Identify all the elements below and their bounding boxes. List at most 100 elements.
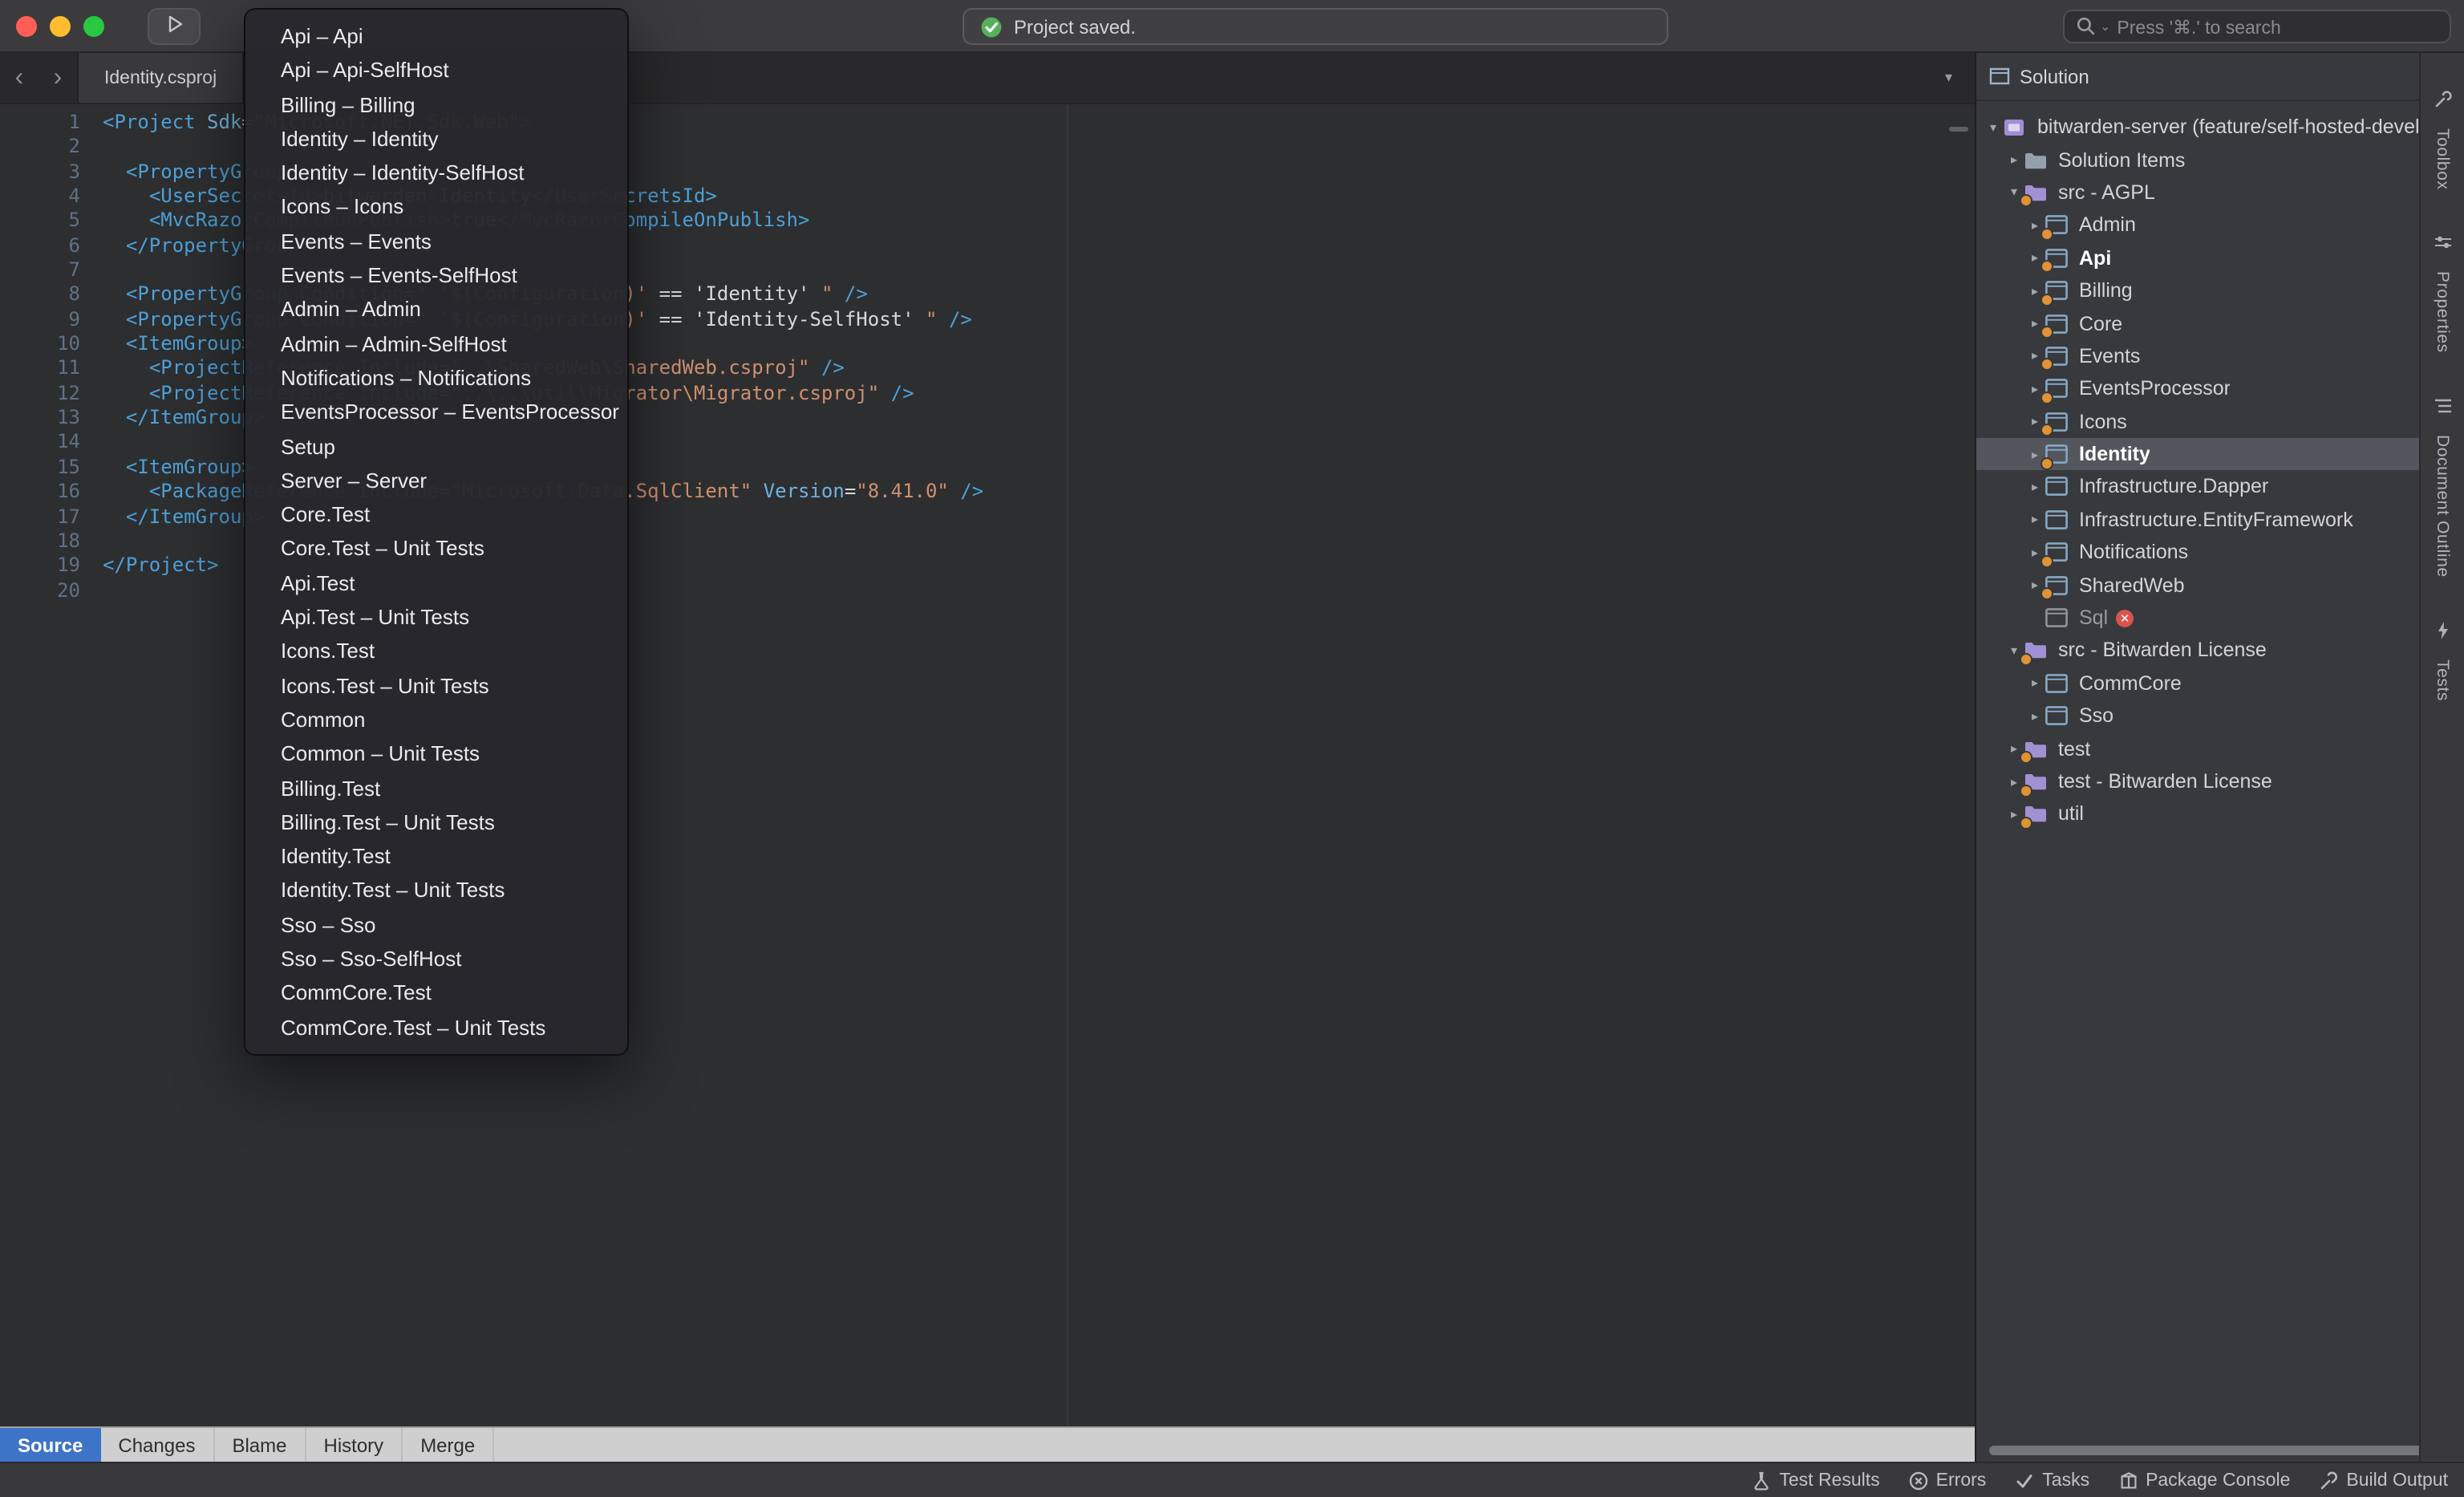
zoom-window-button[interactable] bbox=[83, 16, 104, 37]
tree-row-events[interactable]: ▸Events bbox=[1976, 339, 2464, 372]
nuget-badge bbox=[2040, 228, 2053, 241]
run-config-menu-item-eventsprocessor-eventsprocessor[interactable]: EventsProcessor – EventsProcessor bbox=[245, 396, 627, 430]
run-config-menu-item-billing-test-unit-tests[interactable]: Billing.Test – Unit Tests bbox=[245, 805, 627, 840]
run-config-menu-item-identity-test-unit-tests[interactable]: Identity.Test – Unit Tests bbox=[245, 874, 627, 908]
run-config-menu-item-events-events[interactable]: Events – Events bbox=[245, 225, 627, 259]
tree-row-test-bitwarden-license[interactable]: ▸test - Bitwarden License bbox=[1976, 765, 2464, 798]
sidebar-tab-label: Document Outline bbox=[2433, 435, 2452, 578]
run-config-menu-item-identity-identity[interactable]: Identity – Identity bbox=[245, 122, 627, 156]
chevron-collapsed-icon[interactable]: ▸ bbox=[2004, 152, 2024, 167]
tab-merge[interactable]: Merge bbox=[403, 1428, 494, 1462]
editor-tab-identity-csproj[interactable]: Identity.csproj bbox=[77, 53, 244, 103]
tree-row-bitwarden-server-feature-self-hosted-development[interactable]: ▾bitwarden-server (feature/self-hosted-d… bbox=[1976, 111, 2464, 144]
tree-label: EventsProcessor bbox=[2079, 378, 2231, 400]
nuget-badge bbox=[2040, 359, 2053, 371]
navigate-back-icon[interactable]: ‹ bbox=[0, 63, 38, 92]
run-config-menu-item-setup[interactable]: Setup bbox=[245, 429, 627, 464]
run-config-menu-item-sso-sso-selfhost[interactable]: Sso – Sso-SelfHost bbox=[245, 942, 627, 976]
status-item-build-output[interactable]: Build Output bbox=[2319, 1471, 2448, 1490]
tab-list-dropdown-icon[interactable]: ▾ bbox=[1945, 69, 1952, 87]
chevron-collapsed-icon[interactable]: ▸ bbox=[2024, 676, 2045, 691]
tree-row-sharedweb[interactable]: ▸SharedWeb bbox=[1976, 569, 2464, 602]
line-number: 9 bbox=[0, 308, 80, 333]
run-config-menu-item-api-test-unit-tests[interactable]: Api.Test – Unit Tests bbox=[245, 600, 627, 635]
tree-row-identity[interactable]: ▸Identity bbox=[1976, 438, 2464, 471]
folder-icon bbox=[2024, 640, 2049, 661]
solution-pad-horizontal-scrollbar[interactable] bbox=[1989, 1446, 2464, 1455]
chevron-collapsed-icon[interactable]: ▸ bbox=[2024, 708, 2045, 723]
tree-row-notifications[interactable]: ▸Notifications bbox=[1976, 536, 2464, 569]
run-config-menu-item-api-api[interactable]: Api – Api bbox=[245, 19, 627, 54]
tree-row-infrastructure-entityframework[interactable]: ▸Infrastructure.EntityFramework bbox=[1976, 503, 2464, 536]
run-config-menu-item-common-unit-tests[interactable]: Common – Unit Tests bbox=[245, 736, 627, 771]
run-config-menu-item-api-test[interactable]: Api.Test bbox=[245, 566, 627, 601]
line-number: 2 bbox=[0, 136, 80, 160]
run-config-menu-item-icons-icons[interactable]: Icons – Icons bbox=[245, 190, 627, 225]
tree-row-icons[interactable]: ▸Icons bbox=[1976, 405, 2464, 438]
close-window-button[interactable] bbox=[16, 16, 37, 37]
status-item-errors[interactable]: Errors bbox=[1909, 1471, 1987, 1490]
run-config-menu-item-identity-identity-selfhost[interactable]: Identity – Identity-SelfHost bbox=[245, 156, 627, 190]
tab-blame[interactable]: Blame bbox=[214, 1428, 306, 1462]
chevron-expanded-icon[interactable]: ▾ bbox=[1983, 120, 2004, 134]
status-item-package-console[interactable]: Package Console bbox=[2118, 1471, 2290, 1490]
sidebar-tab-tests[interactable]: Tests bbox=[2433, 619, 2452, 701]
tab-history[interactable]: History bbox=[306, 1428, 403, 1462]
run-config-menu-item-icons-test-unit-tests[interactable]: Icons.Test – Unit Tests bbox=[245, 668, 627, 703]
run-config-menu-item-admin-admin-selfhost[interactable]: Admin – Admin-SelfHost bbox=[245, 327, 627, 361]
tree-row-sql[interactable]: Sql✕ bbox=[1976, 602, 2464, 635]
run-config-menu-item-sso-sso[interactable]: Sso – Sso bbox=[245, 907, 627, 942]
tree-row-admin[interactable]: ▸Admin bbox=[1976, 209, 2464, 241]
tree-row-eventsprocessor[interactable]: ▸EventsProcessor bbox=[1976, 372, 2464, 405]
minimize-window-button[interactable] bbox=[50, 16, 71, 37]
run-config-menu-item-icons-test[interactable]: Icons.Test bbox=[245, 635, 627, 669]
tree-row-core[interactable]: ▸Core bbox=[1976, 307, 2464, 340]
run-button[interactable] bbox=[148, 8, 201, 45]
project-icon bbox=[2045, 673, 2069, 694]
run-config-menu-item-commcore-test-unit-tests[interactable]: CommCore.Test – Unit Tests bbox=[245, 1010, 627, 1045]
tree-row-commcore[interactable]: ▸CommCore bbox=[1976, 667, 2464, 700]
run-config-menu-item-events-events-selfhost[interactable]: Events – Events-SelfHost bbox=[245, 258, 627, 293]
run-config-menu-item-billing-test[interactable]: Billing.Test bbox=[245, 771, 627, 805]
solution-pad-header: Solution ✕ bbox=[1976, 53, 2464, 101]
tree-row-solution-items[interactable]: ▸Solution Items bbox=[1976, 144, 2464, 176]
run-config-menu-item-notifications-notifications[interactable]: Notifications – Notifications bbox=[245, 361, 627, 396]
tree-row-billing[interactable]: ▸Billing bbox=[1976, 274, 2464, 307]
tree-row-util[interactable]: ▸util bbox=[1976, 797, 2464, 830]
run-config-menu-item-commcore-test[interactable]: CommCore.Test bbox=[245, 976, 627, 1011]
search-input[interactable]: ⌄ Press '⌘.' to search bbox=[2063, 10, 2451, 43]
run-config-menu-item-admin-admin[interactable]: Admin – Admin bbox=[245, 293, 627, 327]
sidebar-tab-properties[interactable]: Properties bbox=[2433, 232, 2452, 354]
project-icon bbox=[2045, 379, 2069, 400]
tree-row-test[interactable]: ▸test bbox=[1976, 732, 2464, 765]
tab-changes[interactable]: Changes bbox=[100, 1428, 214, 1462]
chevron-collapsed-icon[interactable]: ▸ bbox=[2024, 513, 2045, 527]
run-config-menu-item-billing-billing[interactable]: Billing – Billing bbox=[245, 87, 627, 122]
code-token: 'Identity-SelfHost' bbox=[694, 308, 914, 331]
code-token bbox=[103, 480, 149, 502]
line-number: 1 bbox=[0, 111, 80, 136]
tree-row-infrastructure-dapper[interactable]: ▸Infrastructure.Dapper bbox=[1976, 471, 2464, 504]
run-config-menu-item-server-server[interactable]: Server – Server bbox=[245, 464, 627, 498]
navigate-forward-icon[interactable]: › bbox=[38, 63, 77, 92]
run-config-menu-item-core-test[interactable]: Core.Test bbox=[245, 497, 627, 532]
tree-row-sso[interactable]: ▸Sso bbox=[1976, 700, 2464, 732]
run-config-menu-item-identity-test[interactable]: Identity.Test bbox=[245, 839, 627, 874]
run-config-menu-item-core-test-unit-tests[interactable]: Core.Test – Unit Tests bbox=[245, 532, 627, 566]
run-config-menu-item-api-api-selfhost[interactable]: Api – Api-SelfHost bbox=[245, 54, 627, 88]
tree-row-src-bitwarden-license[interactable]: ▾src - Bitwarden License bbox=[1976, 635, 2464, 667]
sidebar-tab-document-outline[interactable]: Document Outline bbox=[2433, 395, 2452, 578]
sidebar-tab-label: Toolbox bbox=[2433, 128, 2452, 190]
editor-scrollbar[interactable] bbox=[1949, 127, 1968, 132]
sidebar-tab-toolbox[interactable]: Toolbox bbox=[2433, 88, 2452, 190]
tab-source[interactable]: Source bbox=[0, 1428, 100, 1462]
sidebar-tab-label: Tests bbox=[2433, 659, 2452, 701]
status-item-test-results[interactable]: Test Results bbox=[1752, 1471, 1879, 1490]
project-icon bbox=[2045, 280, 2069, 301]
project-icon bbox=[2045, 509, 2069, 530]
tree-row-src-agpl[interactable]: ▾src - AGPL bbox=[1976, 176, 2464, 209]
chevron-collapsed-icon[interactable]: ▸ bbox=[2024, 480, 2045, 494]
tree-row-api[interactable]: ▸Api bbox=[1976, 241, 2464, 274]
run-config-menu-item-common[interactable]: Common bbox=[245, 703, 627, 737]
status-item-tasks[interactable]: Tasks bbox=[2015, 1471, 2089, 1490]
